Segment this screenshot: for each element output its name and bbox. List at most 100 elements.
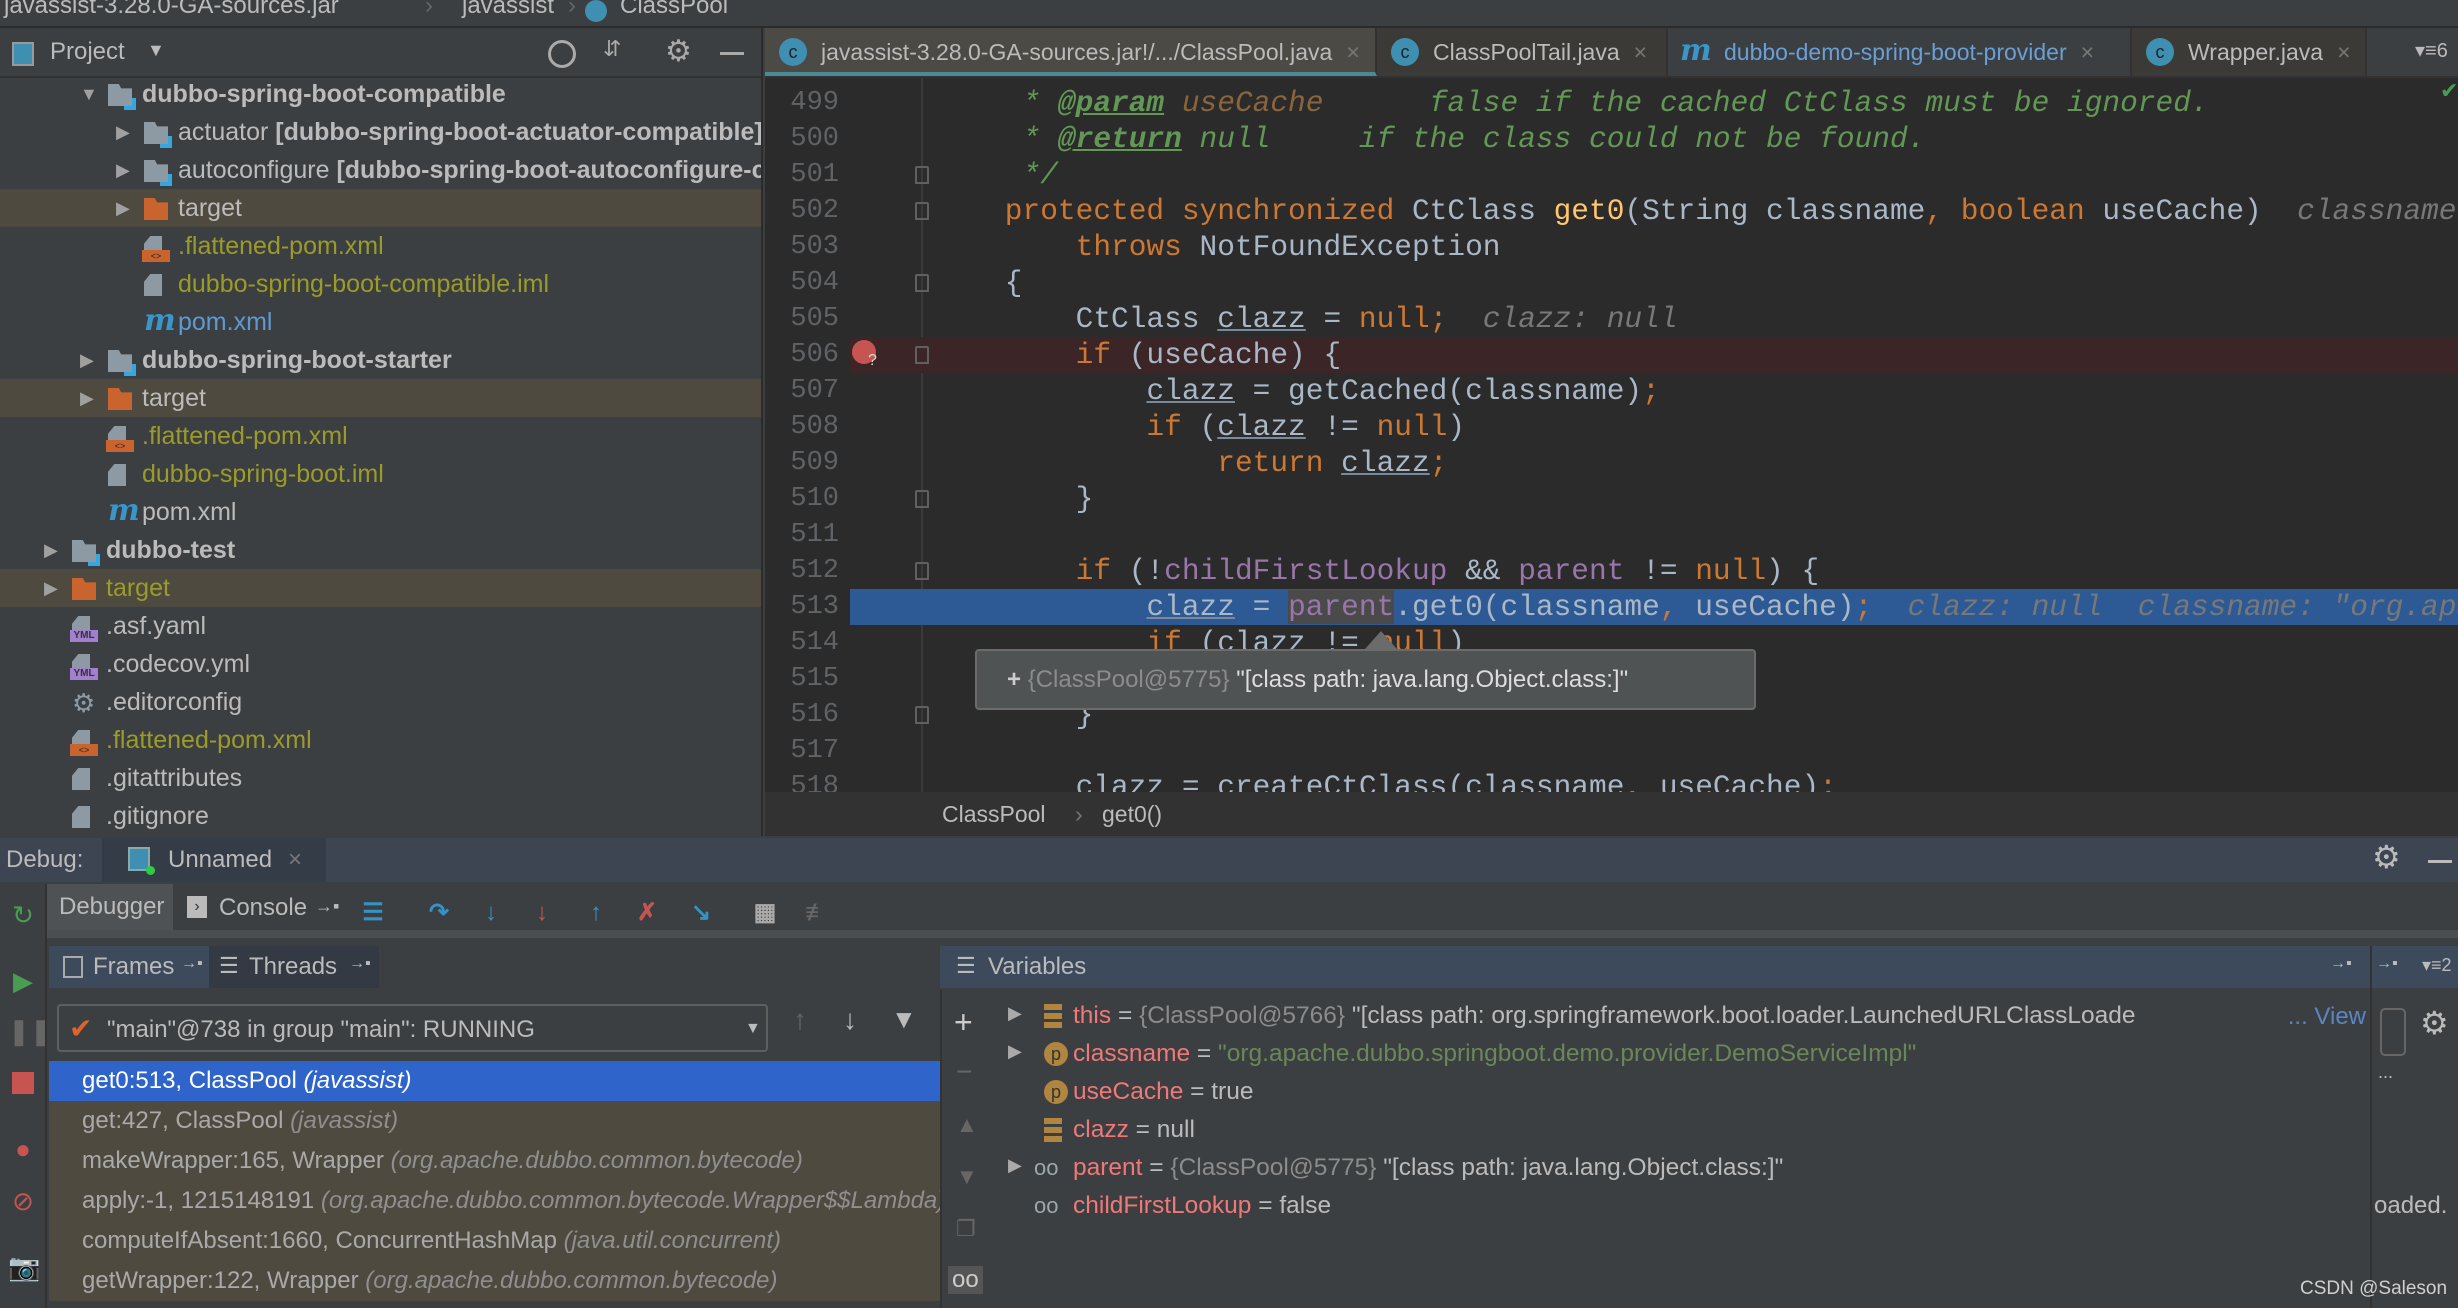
variable-row[interactable]: this = {ClassPool@5766} "[class path: or… bbox=[1073, 997, 2273, 1035]
tree-item[interactable]: ▶ target bbox=[0, 569, 761, 607]
resume-icon[interactable]: ▶ bbox=[8, 966, 38, 996]
minimize-icon[interactable] bbox=[2428, 860, 2452, 863]
variable-row[interactable]: useCache = true bbox=[1073, 1073, 1253, 1111]
step-over-icon[interactable]: ↷ bbox=[424, 898, 454, 928]
tab-overflow-button[interactable]: ▾≡6 bbox=[2415, 38, 2448, 63]
copy-icon[interactable]: ❐ bbox=[956, 1216, 976, 1242]
chevron-right-icon[interactable]: ▶ bbox=[116, 151, 130, 189]
tab-dubbo-demo-provider[interactable]: m dubbo-demo-spring-boot-provider × bbox=[1668, 28, 2132, 76]
step-into-icon[interactable]: ↓ bbox=[476, 898, 506, 928]
fold-marker-icon[interactable] bbox=[915, 706, 929, 724]
next-frame-icon[interactable]: ↓ bbox=[843, 1004, 857, 1036]
refresh-icon[interactable] bbox=[2380, 1008, 2406, 1056]
frame-item[interactable]: computeIfAbsent:1660, ConcurrentHashMap … bbox=[49, 1221, 940, 1261]
drop-frame-icon[interactable]: ✗ bbox=[632, 898, 662, 928]
tree-item[interactable]: YML .asf.yaml bbox=[0, 607, 761, 645]
fold-marker-icon[interactable] bbox=[915, 562, 929, 580]
gear-icon[interactable]: ⚙ bbox=[2420, 1004, 2449, 1042]
variable-row[interactable]: childFirstLookup = false bbox=[1073, 1187, 1331, 1225]
add-watch-icon[interactable]: + bbox=[954, 1004, 973, 1041]
previous-frame-icon[interactable]: ↑ bbox=[793, 1004, 807, 1036]
gear-icon[interactable]: ⚙ bbox=[665, 34, 692, 69]
tree-item[interactable]: <> .flattened-pom.xml bbox=[0, 721, 761, 759]
frame-item[interactable]: get:427, ClassPool (javassist) bbox=[49, 1101, 940, 1141]
minimize-icon[interactable] bbox=[720, 52, 744, 55]
variable-row[interactable]: clazz = null bbox=[1073, 1111, 1195, 1149]
nav-crumb-jar[interactable]: javassist-3.28.0-GA-sources.jar bbox=[4, 0, 339, 20]
filter-icon[interactable]: ▼ bbox=[891, 1004, 917, 1035]
tree-item[interactable]: ▶ dubbo-spring-boot-starter bbox=[0, 341, 761, 379]
frame-item[interactable]: get0:513, ClassPool (javassist) bbox=[49, 1061, 940, 1101]
column-header[interactable]: ... bbox=[2378, 1062, 2393, 1083]
pin-icon[interactable]: →▪ bbox=[181, 955, 203, 973]
tree-item[interactable]: ▶ autoconfigure [dubbo-spring-boot-autoco… bbox=[0, 151, 761, 189]
tree-item[interactable]: ▶ target bbox=[0, 189, 761, 227]
stop-icon[interactable] bbox=[12, 1072, 34, 1094]
overflow-button[interactable]: ▾≡2 bbox=[2422, 955, 2452, 976]
close-icon[interactable]: × bbox=[2337, 39, 2350, 65]
close-icon[interactable]: × bbox=[2081, 39, 2094, 65]
collapse-all-icon[interactable]: ⇵ bbox=[603, 36, 621, 62]
remove-watch-icon[interactable]: − bbox=[956, 1056, 972, 1088]
tree-item[interactable]: <> .flattened-pom.xml bbox=[0, 227, 761, 265]
move-up-icon[interactable]: ▲ bbox=[956, 1112, 978, 1138]
pin-icon[interactable]: →▪ bbox=[315, 896, 339, 917]
pin-icon[interactable]: →▪ bbox=[2376, 955, 2398, 973]
fold-marker-icon[interactable] bbox=[915, 202, 929, 220]
tree-item[interactable]: ⚙ .editorconfig bbox=[0, 683, 761, 721]
chevron-right-icon[interactable]: ▶ bbox=[44, 569, 58, 607]
fold-marker-icon[interactable] bbox=[915, 166, 929, 184]
nav-crumb-package[interactable]: javassist bbox=[462, 0, 554, 20]
tree-item[interactable]: dubbo-spring-boot.iml bbox=[0, 455, 761, 493]
show-execution-point-icon[interactable]: ☰ bbox=[358, 898, 388, 928]
chevron-right-icon[interactable]: ▶ bbox=[80, 341, 94, 379]
fold-marker-icon[interactable] bbox=[915, 274, 929, 292]
locate-icon[interactable] bbox=[548, 40, 576, 68]
step-out-icon[interactable]: ↑ bbox=[581, 898, 611, 928]
pause-icon[interactable]: ❚❚ bbox=[8, 1016, 52, 1046]
variable-row[interactable]: classname = "org.apache.dubbo.springboot… bbox=[1073, 1035, 1916, 1073]
chevron-right-icon[interactable]: ▶ bbox=[1008, 1155, 1022, 1176]
view-link[interactable]: ... View bbox=[2283, 1003, 2366, 1031]
pin-icon[interactable]: →▪ bbox=[2330, 955, 2352, 973]
tab-classpooltail[interactable]: c ClassPoolTail.java × bbox=[1377, 28, 1668, 76]
frame-item[interactable]: apply:-1, 1215148191 (org.apache.dubbo.c… bbox=[49, 1181, 940, 1221]
chevron-right-icon[interactable]: ▶ bbox=[80, 379, 94, 417]
rerun-icon[interactable]: ↻ bbox=[8, 900, 38, 930]
trace-icon[interactable]: ≢ bbox=[802, 898, 832, 928]
frame-item[interactable]: makeWrapper:165, Wrapper (org.apache.dub… bbox=[49, 1141, 940, 1181]
thread-selector[interactable]: ✔ "main"@738 in group "main": RUNNING ▼ bbox=[57, 1004, 768, 1052]
chevron-right-icon[interactable]: ▶ bbox=[116, 189, 130, 227]
view-breakpoints-icon[interactable]: ● bbox=[8, 1134, 38, 1164]
tree-item[interactable]: .gitignore bbox=[0, 797, 761, 835]
crumb-method[interactable]: get0() bbox=[1102, 792, 1162, 836]
tree-item[interactable]: ▶ dubbo-test bbox=[0, 531, 761, 569]
chevron-right-icon[interactable]: ▶ bbox=[44, 531, 58, 569]
tree-item[interactable]: ▶ actuator [dubbo-spring-boot-actuator-co… bbox=[0, 113, 761, 151]
tree-item[interactable]: .gitattributes bbox=[0, 759, 761, 797]
chevron-down-icon[interactable]: ▼ bbox=[80, 75, 98, 113]
tree-item[interactable]: YML .codecov.yml bbox=[0, 645, 761, 683]
run-to-cursor-icon[interactable]: ↘ bbox=[686, 898, 716, 928]
variable-row[interactable]: parent = {ClassPool@5775} "[class path: … bbox=[1073, 1149, 1783, 1187]
chevron-down-icon[interactable]: ▼ bbox=[147, 40, 165, 61]
nav-crumb-class[interactable]: ClassPool bbox=[620, 0, 728, 20]
frame-item[interactable]: getWrapper:122, Wrapper (org.apache.dubb… bbox=[49, 1261, 940, 1301]
tree-item[interactable]: ▼ dubbo-spring-boot-compatible bbox=[0, 75, 761, 113]
tab-console[interactable]: Console bbox=[219, 894, 307, 922]
close-icon[interactable]: × bbox=[288, 846, 302, 874]
tree-item[interactable]: m pom.xml bbox=[0, 493, 761, 531]
tree-item[interactable]: dubbo-spring-boot-compatible.iml bbox=[0, 265, 761, 303]
tree-item[interactable]: m pom.xml bbox=[0, 303, 761, 341]
camera-icon[interactable]: 📷 bbox=[8, 1252, 40, 1282]
project-view-selector[interactable]: Project bbox=[50, 38, 125, 66]
tab-debugger[interactable]: Debugger bbox=[47, 884, 173, 930]
fold-marker-icon[interactable] bbox=[915, 346, 929, 364]
tab-wrapper[interactable]: c Wrapper.java × bbox=[2132, 28, 2367, 76]
crumb-class[interactable]: ClassPool bbox=[942, 792, 1046, 836]
close-icon[interactable]: × bbox=[1634, 39, 1647, 65]
tree-item[interactable]: ▶ target bbox=[0, 379, 761, 417]
force-step-into-icon[interactable]: ↓ bbox=[527, 898, 557, 928]
evaluate-expression-icon[interactable]: ▦ bbox=[750, 898, 780, 928]
tab-threads[interactable]: ☰ Threads →▪ bbox=[209, 946, 379, 988]
